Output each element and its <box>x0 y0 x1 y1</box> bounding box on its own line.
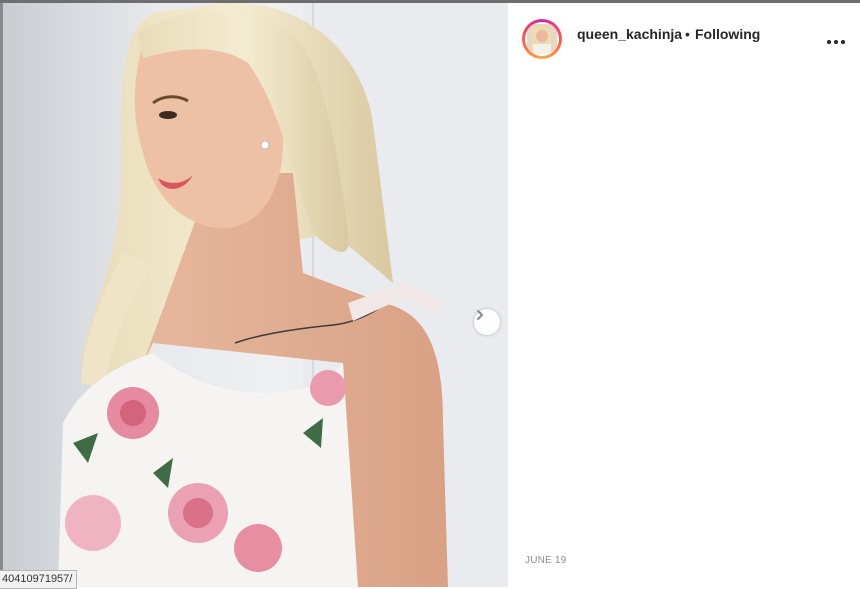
avatar[interactable] <box>522 19 562 59</box>
profile-photo-icon <box>527 24 557 54</box>
post-photo-illustration <box>58 3 508 587</box>
status-bar-url: 40410971957/ <box>0 570 78 589</box>
more-options-icon <box>827 40 831 44</box>
post-side-panel: queen_kachinja • Following JUNE 19 <box>508 3 860 587</box>
separator-dot: • <box>685 26 690 42</box>
following-button[interactable]: Following <box>695 26 760 42</box>
more-options-button[interactable] <box>824 25 848 49</box>
username-link[interactable]: queen_kachinja <box>577 26 682 42</box>
post-photo[interactable] <box>3 3 508 587</box>
post-date: JUNE 19 <box>525 555 567 566</box>
next-photo-button[interactable] <box>474 309 500 335</box>
chevron-right-icon <box>477 310 483 320</box>
avatar-image <box>525 22 559 56</box>
post-header: queen_kachinja • Following <box>508 3 860 73</box>
